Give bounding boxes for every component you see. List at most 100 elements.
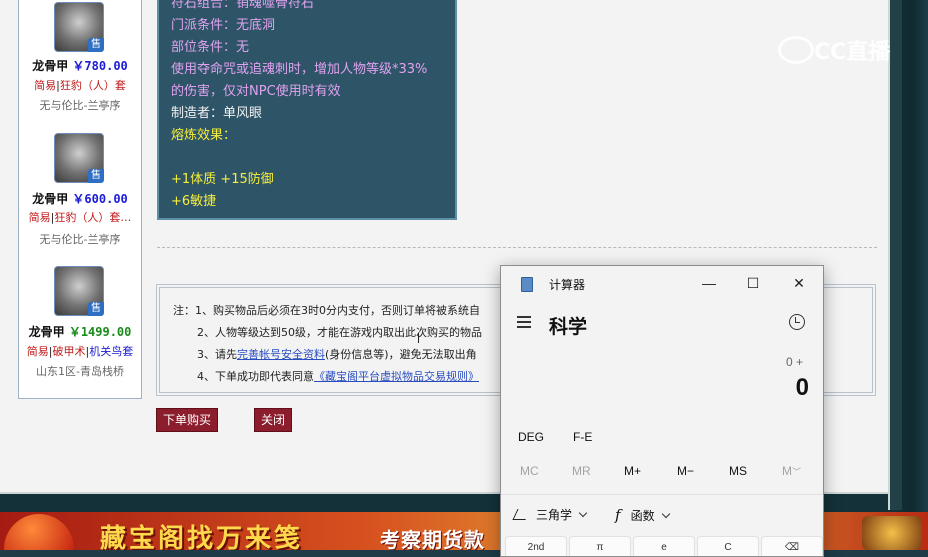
function-icon: f	[615, 506, 621, 524]
item-name: 龙骨甲	[32, 59, 69, 73]
note-text: 3、请先	[197, 348, 237, 361]
note-line: 注：1、购买物品后必须在3时0分内支付，否则订单将被系统自	[173, 304, 480, 317]
mode-header: 科学	[501, 310, 823, 340]
e-key[interactable]: e	[633, 536, 695, 556]
backspace-key[interactable]: ⌫	[761, 536, 823, 556]
item-price: ￥780.00	[72, 59, 128, 73]
note-line: 4、下单成功即代表同意《藏宝阁平台虚拟物品交易规则》	[197, 368, 479, 384]
armor-thumbnail[interactable]: 售	[54, 2, 104, 52]
fe-button[interactable]: F-E	[573, 430, 592, 444]
tooltip-line: 部位条件：无	[171, 40, 250, 55]
item-price: ￥1499.00	[68, 325, 132, 339]
triangle-icon	[512, 509, 531, 520]
item-tag: 简易	[26, 345, 49, 358]
chevron-down-icon	[661, 509, 670, 519]
account-security-link[interactable]: 完善帐号安全资料	[237, 348, 325, 361]
armor-thumbnail[interactable]: 售	[54, 133, 104, 183]
memory-store-button[interactable]: MS	[729, 464, 747, 478]
chevron-down-icon	[578, 508, 588, 518]
angle-unit-button[interactable]: DEG	[518, 430, 544, 444]
banner-character-image	[4, 514, 74, 550]
history-icon[interactable]	[789, 314, 805, 330]
maximize-button[interactable]: ☐	[733, 270, 773, 296]
expression-display: 0 +	[785, 355, 803, 369]
hamburger-menu-icon[interactable]	[517, 316, 531, 328]
list-item[interactable]: 售 龙骨甲 ￥780.00 简易|狂豹（人）套 无与伦比-兰亭序	[19, 0, 141, 125]
separator	[501, 494, 823, 495]
function-label: 函数	[630, 509, 655, 523]
item-title[interactable]: 龙骨甲 ￥1499.00	[19, 323, 141, 340]
clear-key[interactable]: C	[697, 536, 759, 556]
item-price: ￥600.00	[72, 192, 128, 206]
text-cursor	[418, 333, 419, 343]
item-tags: 简易|狂豹（人）套	[34, 79, 126, 92]
calculator-window: 计算器 — ☐ ✕ 科学 0 + 0 DEG F-E MC MR M+ M− M…	[500, 265, 824, 557]
tooltip-line: +1体质 +15防御	[171, 172, 274, 187]
item-title[interactable]: 龙骨甲 ￥600.00	[19, 190, 141, 207]
item-tags: 简易|狂豹（人）套…	[28, 211, 132, 224]
buy-button[interactable]: 下单购买	[156, 408, 218, 432]
item-tag: 机关鸟套	[89, 345, 134, 358]
item-tags: 简易|破甲术|机关鸟套	[26, 345, 134, 358]
memory-list-label: M	[782, 464, 792, 478]
stream-watermark: CC直播	[778, 32, 898, 66]
memory-subtract-button[interactable]: M−	[677, 464, 694, 478]
banner-subtitle: 考察期货款	[380, 528, 485, 550]
item-tag: 简易	[28, 211, 51, 224]
trigonometry-dropdown[interactable]: 三角学	[512, 506, 588, 523]
calculator-titlebar[interactable]: 计算器 — ☐ ✕	[501, 266, 823, 300]
item-list-sidebar: 售 龙骨甲 ￥780.00 简易|狂豹（人）套 无与伦比-兰亭序 售 龙骨甲 ￥…	[18, 0, 142, 399]
item-tag: 破甲术	[52, 345, 86, 358]
tooltip-line: 使用夺命咒或追魂刺时，增加人物等级*33%	[171, 62, 428, 77]
item-name: 龙骨甲	[32, 192, 69, 206]
item-name: 龙骨甲	[28, 325, 65, 339]
minimize-button[interactable]: —	[689, 270, 729, 296]
calculator-app-icon	[521, 277, 533, 292]
item-tag: 简易	[34, 79, 57, 92]
tooltip-line	[171, 147, 455, 169]
note-text: 4、下单成功即代表同意	[197, 370, 314, 383]
sale-badge: 售	[88, 302, 104, 316]
second-function-key[interactable]: 2nd	[505, 536, 567, 556]
item-title[interactable]: 龙骨甲 ￥780.00	[19, 57, 141, 74]
window-title: 计算器	[549, 278, 586, 292]
keypad: 2nd π e C ⌫	[505, 536, 823, 556]
pi-key[interactable]: π	[569, 536, 631, 556]
list-item[interactable]: 售 龙骨甲 ￥1499.00 简易|破甲术|机关鸟套 山东1区-青岛栈桥	[19, 266, 141, 391]
function-dropdown[interactable]: f 函数	[615, 506, 670, 524]
result-display: 0	[795, 374, 809, 401]
banner-title: 藏宝阁找万来笺	[100, 524, 304, 550]
close-window-button[interactable]: ✕	[779, 270, 819, 296]
close-button[interactable]: 关闭	[254, 408, 292, 432]
item-server: 山东1区-青岛栈桥	[36, 365, 124, 378]
item-detail-tooltip: 符石组合：销魂噬骨符石 门派条件：无底洞 部位条件：无 使用夺命咒或追魂刺时，增…	[157, 0, 457, 220]
note-text: (身份信息等)，避免无法取出角	[325, 348, 477, 361]
watermark-text: CC直播	[814, 40, 891, 65]
item-server: 无与伦比-兰亭序	[39, 233, 121, 246]
divider	[157, 247, 877, 248]
cc-logo-icon	[778, 36, 814, 64]
chevron-down-icon: ﹀	[792, 467, 802, 477]
trade-rules-link[interactable]: 《藏宝阁平台虚拟物品交易规则》	[314, 370, 479, 383]
banner-logo-image	[862, 516, 922, 550]
memory-add-button[interactable]: M+	[624, 464, 641, 478]
tooltip-line: 的伤害，仅对NPC使用时有效	[171, 84, 341, 99]
sale-badge: 售	[88, 38, 104, 52]
trigonometry-label: 三角学	[536, 508, 573, 522]
memory-clear-button[interactable]: MC	[520, 464, 539, 478]
calculator-mode-title: 科学	[549, 317, 588, 338]
tooltip-line: 制造者：单风眼	[171, 106, 263, 121]
tooltip-line: 门派条件：无底洞	[171, 18, 276, 33]
item-tag: 狂豹（人）套	[59, 79, 126, 92]
sale-badge: 售	[88, 169, 104, 183]
tooltip-line: 符石组合：销魂噬骨符石	[171, 0, 315, 11]
note-line: 3、请先完善帐号安全资料(身份信息等)，避免无法取出角	[197, 346, 477, 362]
note-line: 2、人物等级达到50级，才能在游戏内取出此次购买的物品	[197, 326, 482, 339]
item-server: 无与伦比-兰亭序	[39, 99, 121, 112]
list-item[interactable]: 售 龙骨甲 ￥600.00 简易|狂豹（人）套… 无与伦比-兰亭序	[19, 133, 141, 258]
item-tag: 狂豹（人）套…	[54, 211, 132, 224]
memory-recall-button[interactable]: MR	[572, 464, 591, 478]
page-scroll-edge	[888, 0, 902, 510]
armor-thumbnail[interactable]: 售	[54, 266, 104, 316]
memory-list-button[interactable]: M﹀	[782, 464, 801, 478]
